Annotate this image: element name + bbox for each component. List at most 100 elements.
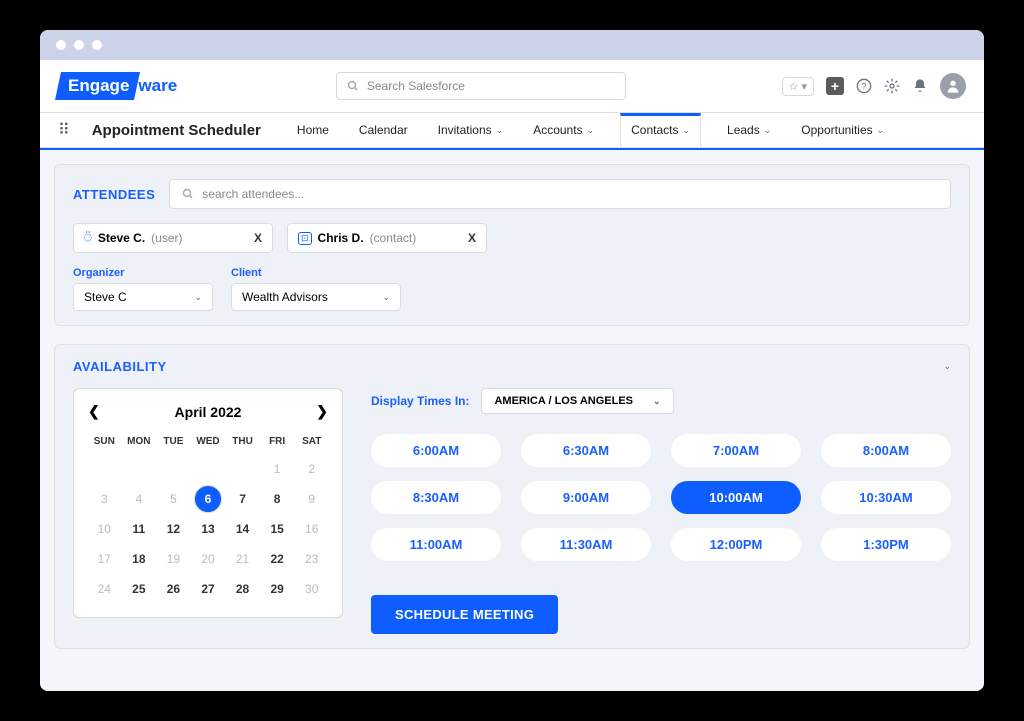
organizer-label: Organizer	[73, 267, 213, 279]
time-slot[interactable]: 11:30AM	[521, 528, 651, 561]
calendar-day[interactable]: 29	[261, 575, 294, 603]
calendar-day[interactable]: 8	[261, 485, 294, 513]
calendar-dow: TUE	[157, 430, 190, 453]
global-search-input[interactable]: Search Salesforce	[336, 72, 626, 100]
calendar-day	[157, 455, 190, 483]
calendar-day[interactable]: 26	[157, 575, 190, 603]
person-icon	[945, 78, 961, 94]
calendar-day[interactable]: 27	[192, 575, 225, 603]
chip-name: Steve C.	[98, 231, 145, 245]
content-area: ATTENDEES search attendees... ⍥Steve C. …	[40, 150, 984, 691]
time-slot[interactable]: 6:00AM	[371, 434, 501, 467]
time-slot[interactable]: 1:30PM	[821, 528, 951, 561]
remove-chip-icon[interactable]: X	[468, 231, 476, 245]
window-dot-icon[interactable]	[56, 40, 66, 50]
calendar-day[interactable]: 5	[157, 485, 190, 513]
window-dot-icon[interactable]	[74, 40, 84, 50]
time-slot[interactable]: 9:00AM	[521, 481, 651, 514]
nav-item-label: Accounts	[533, 123, 582, 137]
calendar-day[interactable]: 20	[192, 545, 225, 573]
gear-icon[interactable]	[884, 78, 900, 94]
calendar-day[interactable]: 6	[194, 485, 222, 513]
nav-item-home[interactable]: Home	[293, 113, 333, 147]
calendar-day[interactable]: 9	[295, 485, 328, 513]
remove-chip-icon[interactable]: X	[254, 231, 262, 245]
chip-role: (user)	[151, 231, 182, 245]
client-value: Wealth Advisors	[242, 290, 328, 304]
attendees-search-input[interactable]: search attendees...	[169, 179, 951, 209]
client-select[interactable]: Wealth Advisors ⌄	[231, 283, 401, 311]
calendar-day[interactable]: 15	[261, 515, 294, 543]
organizer-select[interactable]: Steve C ⌄	[73, 283, 213, 311]
user-icon: ⍥	[84, 230, 92, 246]
calendar-day[interactable]: 12	[157, 515, 190, 543]
calendar-day[interactable]: 17	[88, 545, 121, 573]
time-slot[interactable]: 11:00AM	[371, 528, 501, 561]
attendee-chip: ⊡Chris D. (contact)X	[287, 223, 487, 253]
calendar-day[interactable]: 24	[88, 575, 121, 603]
calendar: ❮ April 2022 ❯ SUNMONTUEWEDTHUFRISAT1234…	[73, 388, 343, 618]
collapse-icon[interactable]: ⌄	[943, 361, 951, 372]
calendar-prev-icon[interactable]: ❮	[88, 403, 100, 420]
time-slot[interactable]: 10:30AM	[821, 481, 951, 514]
chevron-down-icon: ⌄	[682, 125, 690, 136]
calendar-day[interactable]: 18	[123, 545, 156, 573]
calendar-next-icon[interactable]: ❯	[316, 403, 328, 420]
time-slot[interactable]: 8:00AM	[821, 434, 951, 467]
calendar-day[interactable]: 21	[226, 545, 259, 573]
calendar-day[interactable]: 4	[123, 485, 156, 513]
calendar-day[interactable]: 13	[192, 515, 225, 543]
global-search-wrap: Search Salesforce	[200, 72, 761, 100]
app-window: Engageware Search Salesforce ☆ ▾ + ? ⠿ A…	[40, 30, 984, 691]
calendar-day[interactable]: 28	[226, 575, 259, 603]
nav-items: HomeCalendarInvitations ⌄Accounts ⌄Conta…	[293, 113, 888, 147]
favorites-button[interactable]: ☆ ▾	[782, 77, 814, 96]
nav-item-label: Opportunities	[801, 123, 872, 137]
chevron-down-icon: ⌄	[877, 125, 885, 136]
calendar-day[interactable]: 16	[295, 515, 328, 543]
calendar-day[interactable]: 7	[226, 485, 259, 513]
time-slot[interactable]: 8:30AM	[371, 481, 501, 514]
time-slot[interactable]: 6:30AM	[521, 434, 651, 467]
calendar-day[interactable]: 30	[295, 575, 328, 603]
calendar-day[interactable]: 14	[226, 515, 259, 543]
times-area: Display Times In: AMERICA / LOS ANGELES …	[371, 388, 951, 634]
nav-bar: ⠿ Appointment Scheduler Home Calendar Invi…	[40, 113, 984, 148]
calendar-day[interactable]: 22	[261, 545, 294, 573]
calendar-day[interactable]: 1	[261, 455, 294, 483]
calendar-day	[123, 455, 156, 483]
chip-name: Chris D.	[318, 231, 364, 245]
calendar-day[interactable]: 2	[295, 455, 328, 483]
nav-item-calendar[interactable]: Calendar	[355, 113, 412, 147]
window-dot-icon[interactable]	[92, 40, 102, 50]
nav-item-leads[interactable]: Leads ⌄	[723, 113, 775, 147]
time-slot[interactable]: 10:00AM	[671, 481, 801, 514]
nav-item-opportunities[interactable]: Opportunities ⌄	[797, 113, 888, 147]
chevron-down-icon: ⌄	[653, 396, 661, 407]
timezone-select[interactable]: AMERICA / LOS ANGELES ⌄	[481, 388, 673, 414]
calendar-month: April 2022	[175, 404, 242, 420]
user-avatar[interactable]	[940, 73, 966, 99]
add-button[interactable]: +	[826, 77, 844, 95]
help-icon[interactable]: ?	[856, 78, 872, 94]
calendar-day[interactable]: 3	[88, 485, 121, 513]
calendar-day	[192, 455, 225, 483]
nav-item-invitations[interactable]: Invitations ⌄	[434, 113, 508, 147]
schedule-meeting-button[interactable]: SCHEDULE MEETING	[371, 595, 558, 634]
calendar-day[interactable]: 23	[295, 545, 328, 573]
nav-item-accounts[interactable]: Accounts ⌄	[529, 113, 598, 147]
search-icon	[347, 80, 359, 92]
availability-title: AVAILABILITY	[73, 359, 167, 374]
time-slot[interactable]: 12:00PM	[671, 528, 801, 561]
contact-icon: ⊡	[298, 232, 312, 245]
bell-icon[interactable]	[912, 78, 928, 94]
time-slot[interactable]: 7:00AM	[671, 434, 801, 467]
calendar-day[interactable]: 11	[123, 515, 156, 543]
calendar-day[interactable]: 25	[123, 575, 156, 603]
app-title: Appointment Scheduler	[92, 122, 261, 139]
app-launcher-icon[interactable]: ⠿	[58, 120, 70, 140]
chevron-down-icon: ⌄	[382, 292, 390, 303]
nav-item-contacts[interactable]: Contacts ⌄	[620, 113, 701, 147]
calendar-day[interactable]: 19	[157, 545, 190, 573]
calendar-day[interactable]: 10	[88, 515, 121, 543]
